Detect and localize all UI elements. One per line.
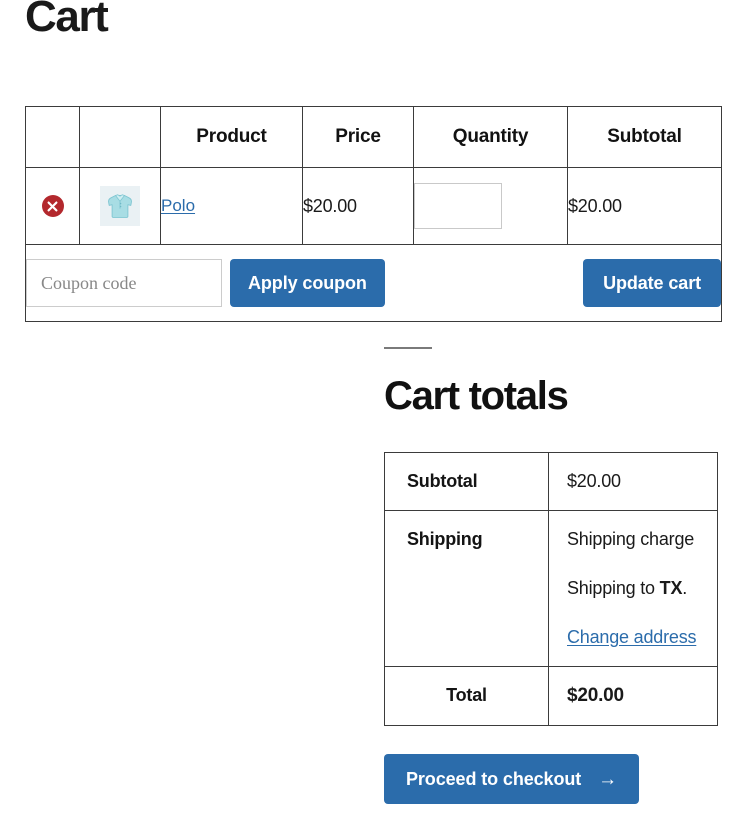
change-address-wrapper: Change address	[567, 627, 717, 648]
table-row: Polo $20.00 $20.00	[25, 167, 722, 245]
page-title: Cart	[25, 0, 109, 41]
cart-actions-container: Apply coupon Update cart	[26, 245, 721, 321]
column-header-product: Product	[160, 106, 303, 168]
cell-cart-actions: Apply coupon Update cart	[25, 244, 722, 322]
cell-quantity	[413, 167, 568, 245]
totals-label-subtotal: Subtotal	[384, 452, 549, 511]
cell-remove	[25, 167, 80, 245]
product-price: $20.00	[303, 195, 357, 216]
cart-table-head: Product Price Quantity Subtotal	[25, 106, 722, 168]
cart-table-header-row: Product Price Quantity Subtotal	[25, 106, 722, 168]
cart-totals-body: Subtotal $20.00 Shipping Shipping charge…	[384, 452, 718, 726]
apply-coupon-button[interactable]: Apply coupon	[230, 259, 385, 307]
cart-table-body: Polo $20.00 $20.00 Apply coupon Update c…	[25, 167, 722, 322]
shipping-destination-suffix: .	[682, 578, 688, 598]
cart-totals-section: Cart totals Subtotal $20.00 Shipping Shi…	[384, 347, 718, 804]
column-header-price: Price	[302, 106, 414, 168]
product-thumbnail-icon[interactable]	[100, 186, 140, 226]
column-header-subtotal: Subtotal	[567, 106, 722, 168]
totals-row-subtotal: Subtotal $20.00	[384, 452, 718, 511]
product-subtotal: $20.00	[568, 195, 622, 216]
totals-value-subtotal: $20.00	[548, 452, 718, 511]
coupon-code-input[interactable]	[26, 259, 222, 307]
totals-label-total: Total	[384, 666, 549, 726]
cart-totals-table: Subtotal $20.00 Shipping Shipping charge…	[384, 452, 718, 726]
update-cart-button[interactable]: Update cart	[583, 259, 721, 307]
cart-table: Product Price Quantity Subtotal Polo $20…	[25, 106, 722, 322]
totals-row-shipping: Shipping Shipping charge Shipping to TX.…	[384, 510, 718, 667]
arrow-right-icon: →	[598, 768, 618, 790]
shipping-destination-prefix: Shipping to	[567, 578, 660, 598]
cart-totals-heading: Cart totals	[384, 374, 569, 418]
totals-row-total: Total $20.00	[384, 666, 718, 726]
cell-subtotal: $20.00	[567, 167, 722, 245]
proceed-to-checkout-button[interactable]: Proceed to checkout →	[384, 754, 640, 804]
cell-thumbnail	[79, 167, 161, 245]
totals-value-shipping: Shipping charge Shipping to TX. Change a…	[548, 510, 718, 667]
column-header-remove	[25, 106, 80, 168]
checkout-button-label: Proceed to checkout	[406, 768, 582, 789]
cart-actions-row: Apply coupon Update cart	[25, 244, 722, 322]
quantity-input[interactable]	[414, 183, 502, 229]
totals-value-total: $20.00	[548, 666, 718, 726]
shipping-method: Shipping charge	[567, 529, 695, 549]
product-name-link[interactable]: Polo	[161, 196, 195, 215]
change-address-link[interactable]: Change address	[567, 627, 696, 647]
cell-product: Polo	[160, 167, 303, 245]
shipping-destination: Shipping to TX.	[567, 578, 717, 599]
remove-item-icon[interactable]	[41, 195, 64, 217]
column-header-quantity: Quantity	[413, 106, 568, 168]
cell-price: $20.00	[302, 167, 414, 245]
column-header-thumbnail	[79, 106, 161, 168]
section-divider	[384, 347, 432, 349]
totals-label-shipping: Shipping	[384, 510, 549, 667]
shipping-destination-state: TX	[659, 578, 683, 598]
